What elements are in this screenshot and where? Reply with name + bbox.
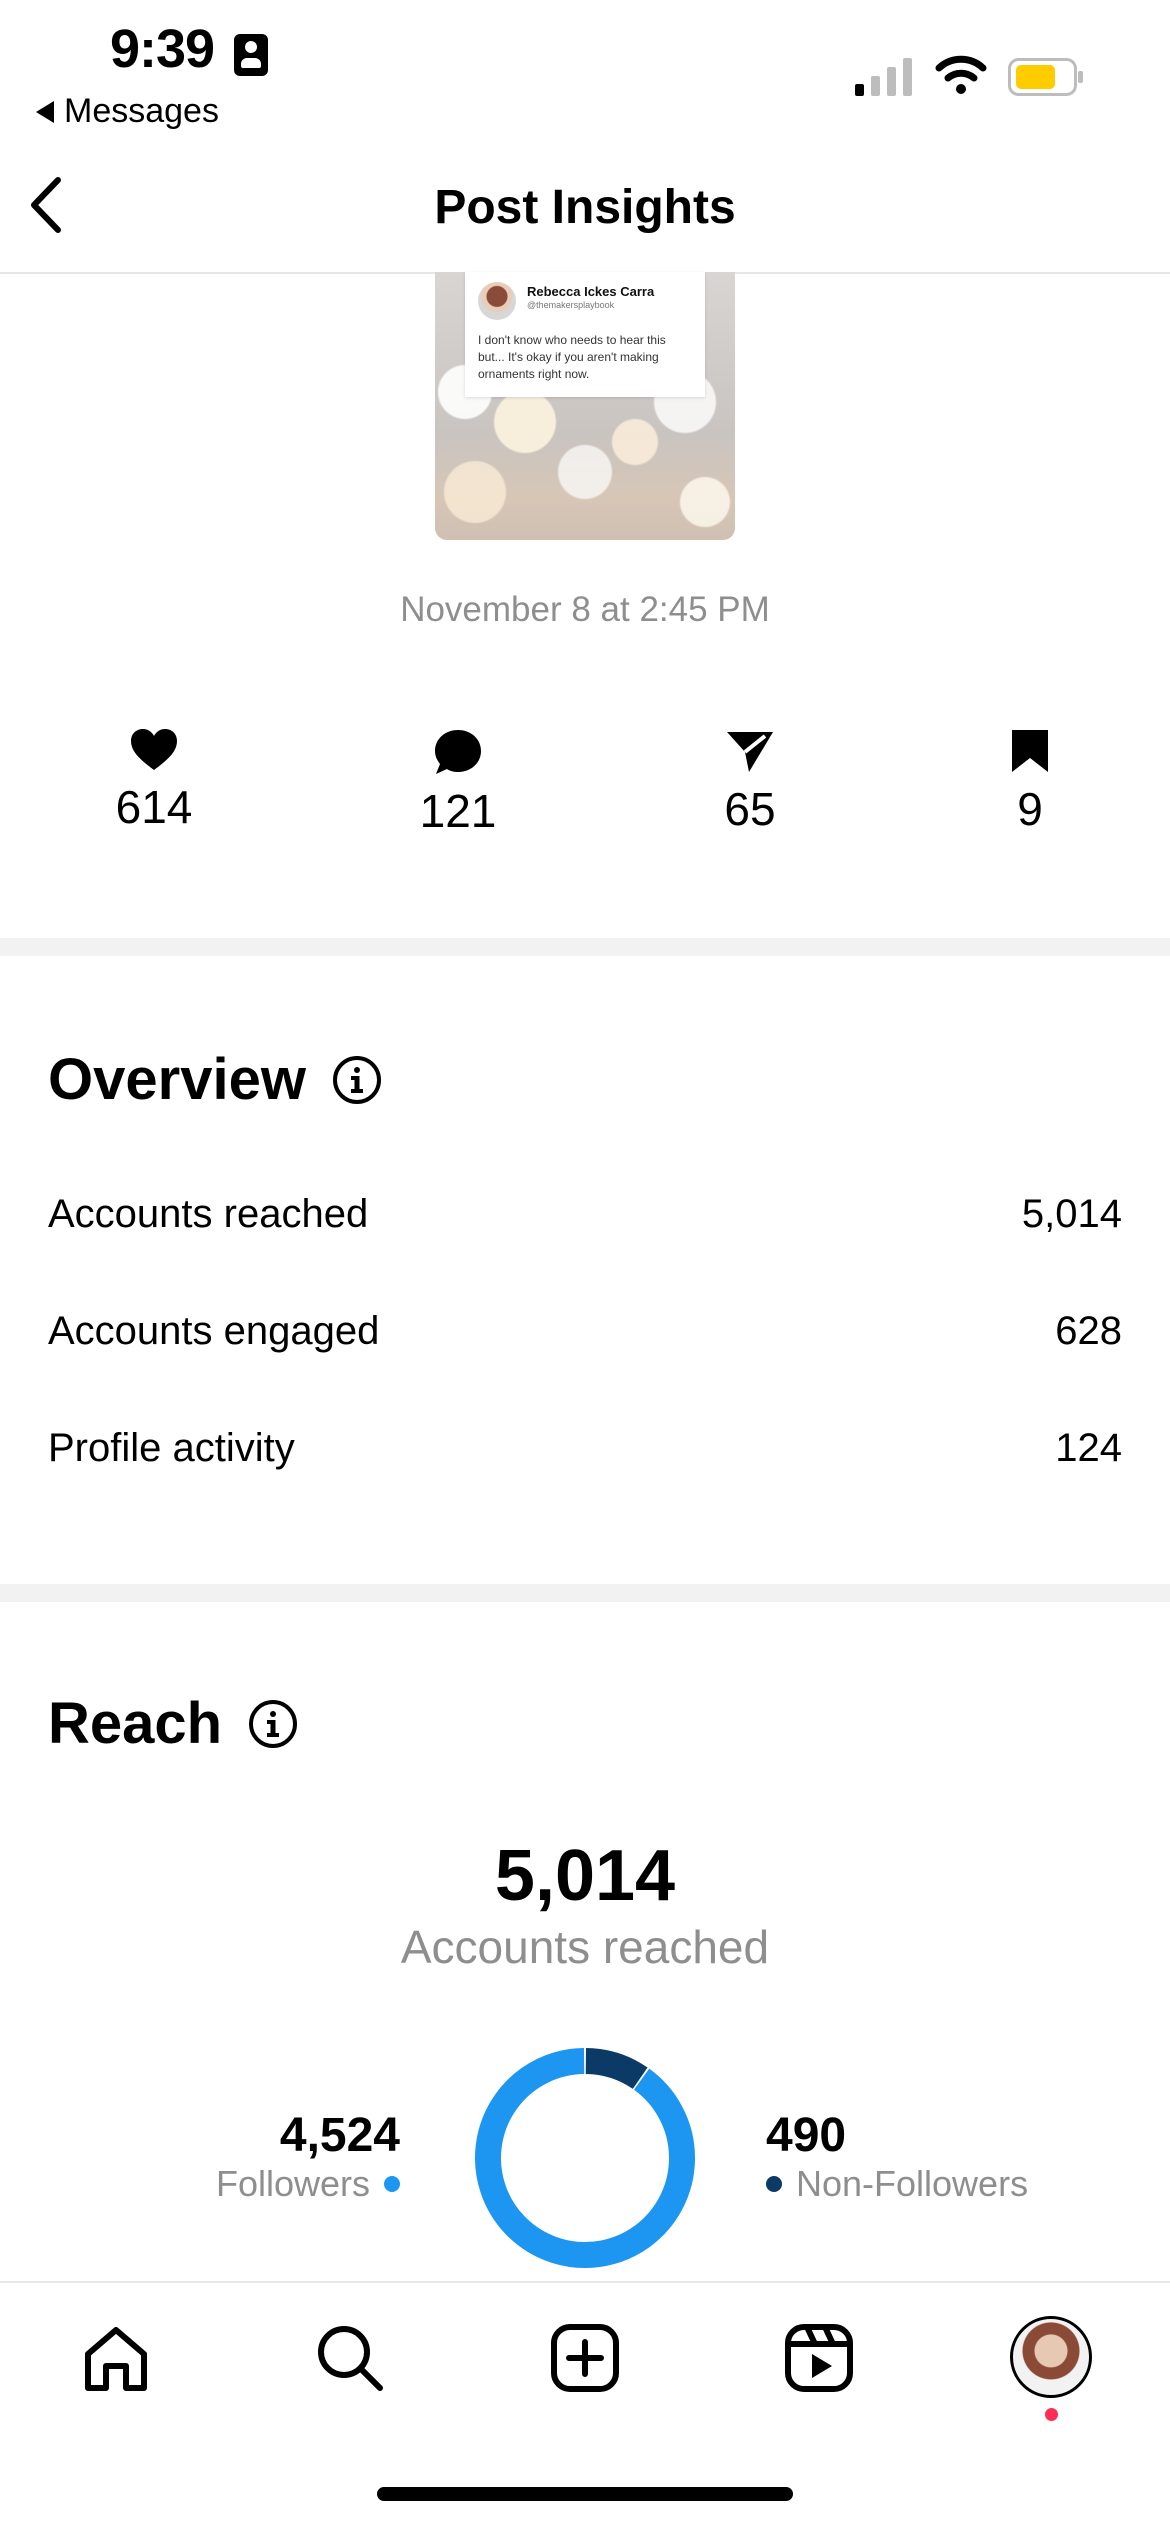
comments-count: 121 — [419, 785, 497, 837]
reach-total-label: Accounts reached — [400, 1921, 770, 1973]
tab-bar-divider — [0, 2281, 1170, 2283]
saves-count: 9 — [1017, 783, 1043, 835]
overview-heading: Overview — [48, 1046, 382, 1113]
tweet-author-handle: @themakersplaybook — [527, 300, 615, 310]
accounts-engaged-value: 628 — [1055, 1309, 1122, 1353]
non-followers-color-dot — [766, 2176, 782, 2192]
followers-color-dot — [384, 2176, 400, 2192]
section-divider — [0, 938, 1170, 956]
profile-activity-label[interactable]: Profile activity — [48, 1426, 295, 1471]
shares-stat: 65 — [650, 728, 850, 836]
likes-stat: 614 — [54, 728, 254, 834]
tab-home[interactable] — [76, 2318, 156, 2398]
wifi-icon — [935, 55, 987, 94]
post-date: November 8 at 2:45 PM — [400, 590, 770, 629]
likes-count: 614 — [115, 781, 193, 833]
send-arrow-icon — [727, 732, 773, 772]
contact-card-icon — [234, 34, 268, 76]
home-indicator[interactable] — [377, 2487, 793, 2501]
accounts-reached-label[interactable]: Accounts reached — [48, 1192, 368, 1237]
comments-stat: 121 — [358, 728, 558, 838]
tab-create[interactable] — [545, 2318, 625, 2398]
non-followers-label-row: Non-Followers — [766, 2163, 1028, 2205]
cellular-signal-icon — [855, 58, 912, 96]
followers-value: 4,524 — [279, 2109, 400, 2162]
back-triangle-icon — [36, 100, 54, 123]
followers-label: Followers — [215, 2163, 370, 2204]
overview-title: Overview — [48, 1047, 306, 1112]
reach-total: 5,014 — [494, 1836, 676, 1916]
reach-donut-chart — [475, 2048, 695, 2268]
followers-legend: 4,524 Followers — [216, 2108, 400, 2205]
home-icon — [85, 2327, 147, 2391]
back-app-label: Messages — [64, 92, 219, 130]
reach-title: Reach — [48, 1691, 223, 1756]
donut-slice-non-followers — [585, 2048, 648, 2090]
tweet-text: I don't know who needs to hear this but.… — [478, 333, 666, 381]
saves-stat: 9 — [930, 728, 1130, 836]
non-followers-label: Non-Followers — [796, 2163, 1029, 2204]
bookmark-icon — [1012, 730, 1048, 772]
accounts-reached-value: 5,014 — [1021, 1192, 1122, 1236]
tweet-author-name: Rebecca Ickes Carra — [527, 284, 655, 299]
tab-search[interactable] — [310, 2318, 390, 2398]
info-icon[interactable] — [332, 1055, 382, 1105]
back-to-app-link[interactable]: Messages — [36, 92, 219, 131]
section-divider — [0, 1584, 1170, 1602]
notification-dot — [1045, 2408, 1058, 2421]
status-time: 9:39 — [110, 19, 215, 79]
info-icon[interactable] — [248, 1699, 298, 1749]
tab-reels[interactable] — [779, 2318, 859, 2398]
donut-slice-followers — [475, 2048, 695, 2268]
non-followers-value: 490 — [766, 2109, 847, 2162]
accounts-engaged-label[interactable]: Accounts engaged — [48, 1309, 379, 1354]
create-post-icon — [551, 2324, 619, 2392]
heart-icon — [131, 729, 177, 770]
tab-profile-avatar[interactable] — [1010, 2316, 1092, 2398]
followers-label-row: Followers — [216, 2163, 400, 2205]
non-followers-legend: 490 Non-Followers — [766, 2108, 1028, 2205]
reels-icon — [785, 2324, 853, 2392]
tweet-avatar — [478, 282, 516, 320]
reach-heading: Reach — [48, 1690, 298, 1757]
page-title: Post Insights — [434, 181, 736, 234]
shares-count: 65 — [724, 783, 776, 835]
profile-activity-value: 124 — [1055, 1426, 1122, 1470]
search-icon — [318, 2326, 383, 2391]
comment-bubble-icon — [435, 730, 481, 774]
battery-icon — [1008, 58, 1083, 96]
